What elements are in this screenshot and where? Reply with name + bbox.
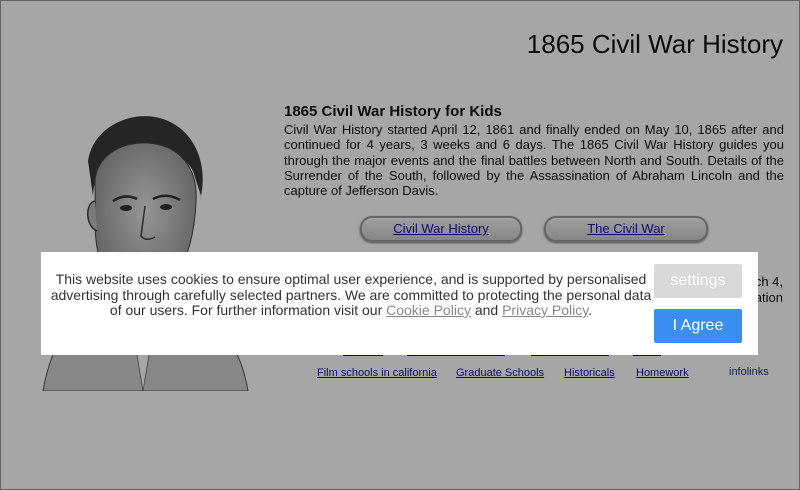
cookie-policy-link[interactable]: Cookie Policy	[386, 302, 471, 318]
cookie-message-and: and	[470, 302, 503, 318]
privacy-policy-link[interactable]: Privacy Policy	[502, 302, 588, 318]
cookie-consent-banner: This website uses cookies to ensure opti…	[41, 252, 758, 355]
modal-overlay	[0, 0, 800, 490]
agree-button[interactable]: I Agree	[654, 309, 742, 343]
cookie-consent-message: This website uses cookies to ensure opti…	[49, 271, 653, 319]
settings-button[interactable]: settings	[654, 264, 742, 298]
cookie-message-period: .	[588, 302, 593, 318]
